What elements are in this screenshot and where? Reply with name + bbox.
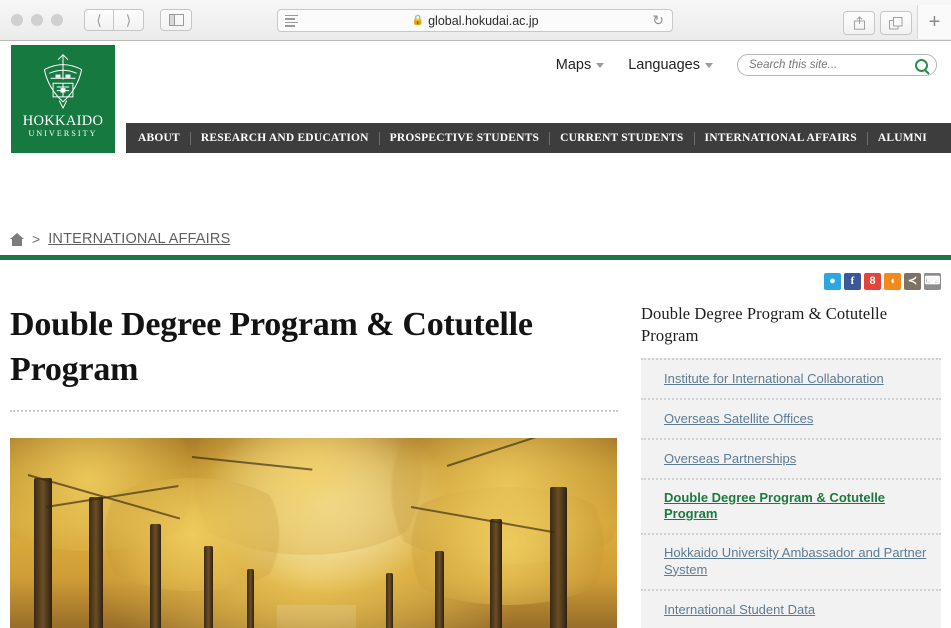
print-icon[interactable]: ⌨	[924, 273, 941, 290]
sidebar-item-international-student-data[interactable]: International Student Data	[641, 591, 941, 628]
back-button[interactable]: ⟨	[84, 9, 114, 31]
sidebar-toggle-icon	[168, 14, 184, 26]
reader-view-icon[interactable]	[285, 14, 298, 27]
sidebar-item-label[interactable]: Overseas Satellite Offices	[664, 411, 813, 428]
plus-icon: +	[928, 10, 941, 33]
nav-item-about[interactable]: ABOUT	[126, 131, 191, 145]
nav-item-prospective-students[interactable]: PROSPECTIVE STUDENTS	[380, 131, 551, 145]
page-title: Double Degree Program & Cotutelle Progra…	[10, 306, 533, 388]
reload-icon[interactable]: ↻	[652, 12, 664, 29]
sidebar-title: Double Degree Program & Cotutelle Progra…	[641, 304, 888, 345]
toolbar-right-actions[interactable]: +	[843, 5, 951, 39]
share-icon[interactable]: ≺	[904, 273, 921, 290]
sidebar: Double Degree Program & Cotutelle Progra…	[641, 303, 941, 628]
site-logo[interactable]: HOKKAIDO UNIVERSITY	[11, 45, 115, 153]
sidebar-item-label[interactable]: Hokkaido University Ambassador and Partn…	[664, 545, 931, 578]
title-divider	[10, 409, 618, 412]
logo-subtitle: UNIVERSITY	[28, 129, 98, 139]
languages-label: Languages	[628, 57, 700, 73]
logo-name: HOKKAIDO	[22, 113, 104, 129]
home-icon[interactable]	[10, 232, 24, 246]
sidebar-toggle-button[interactable]	[160, 9, 192, 31]
browser-toolbar: ⟨ ⟩ 🔒 global.hokudai.ac.jp ↻ +	[0, 0, 951, 41]
page-body: HOKKAIDO UNIVERSITY Maps Languages ABOUT…	[0, 41, 951, 628]
close-window-button[interactable]	[11, 14, 23, 26]
address-bar[interactable]: 🔒 global.hokudai.ac.jp ↻	[277, 9, 673, 32]
sidebar-item-double-degree-program-cotutelle-program[interactable]: Double Degree Program & Cotutelle Progra…	[641, 480, 941, 536]
url-text: global.hokudai.ac.jp	[428, 13, 539, 28]
primary-navigation[interactable]: ABOUT RESEARCH AND EDUCATION PROSPECTIVE…	[126, 123, 951, 153]
university-crest-icon	[43, 54, 83, 110]
chevron-down-icon	[705, 62, 713, 68]
sidebar-item-label[interactable]: Overseas Partnerships	[664, 451, 796, 468]
sidebar-item-label[interactable]: International Student Data	[664, 602, 815, 619]
forward-chevron-icon: ⟩	[125, 12, 132, 28]
maximize-window-button[interactable]	[51, 14, 63, 26]
sidebar-list: Institute for International Collaboratio…	[641, 357, 941, 628]
search-input[interactable]	[749, 59, 915, 71]
search-magnifier-icon[interactable]	[915, 58, 928, 72]
sidebar-item-hokkaido-university-ambassador-and-partner-system[interactable]: Hokkaido University Ambassador and Partn…	[641, 535, 941, 591]
sidebar-item-label[interactable]: Institute for International Collaboratio…	[664, 371, 884, 388]
breadcrumb-separator: >	[32, 231, 41, 247]
nav-item-alumni[interactable]: ALUMNI	[868, 132, 937, 145]
nav-item-current-students[interactable]: CURRENT STUDENTS	[550, 131, 695, 145]
window-controls[interactable]	[11, 14, 63, 26]
sidebar-item-institute-for-international-collaboration[interactable]: Institute for International Collaboratio…	[641, 360, 941, 400]
minimize-window-button[interactable]	[31, 14, 43, 26]
share-button[interactable]	[843, 11, 875, 35]
utility-bar: Maps Languages	[251, 51, 951, 79]
site-search[interactable]	[737, 54, 937, 76]
languages-menu[interactable]: Languages	[628, 57, 713, 73]
url-display: 🔒 global.hokudai.ac.jp	[298, 14, 652, 28]
twitter-icon[interactable]: ●	[824, 273, 841, 290]
maps-label: Maps	[555, 57, 592, 73]
nav-item-international-affairs[interactable]: INTERNATIONAL AFFAIRS	[695, 131, 868, 145]
nav-item-research-and-education[interactable]: RESEARCH AND EDUCATION	[191, 131, 380, 145]
maps-menu[interactable]: Maps	[555, 57, 605, 73]
new-tab-button[interactable]: +	[917, 5, 951, 39]
breadcrumb: > INTERNATIONAL AFFAIRS	[10, 231, 230, 247]
sidebar-item-overseas-partnerships[interactable]: Overseas Partnerships	[641, 440, 941, 480]
rss-icon[interactable]: ◖	[884, 273, 901, 290]
lock-icon: 🔒	[411, 15, 425, 26]
breadcrumb-link-international-affairs[interactable]: INTERNATIONAL AFFAIRS	[48, 231, 230, 247]
facebook-icon[interactable]: f	[844, 273, 861, 290]
back-chevron-icon: ⟨	[96, 12, 102, 28]
hero-image	[10, 437, 617, 628]
social-share-bar[interactable]: ● f 8 ◖ ≺ ⌨	[824, 273, 941, 290]
show-tabs-button[interactable]	[880, 11, 912, 35]
share-icon	[853, 16, 865, 30]
show-tabs-icon	[889, 16, 903, 29]
sidebar-item-label[interactable]: Double Degree Program & Cotutelle Progra…	[664, 490, 931, 523]
google-plus-icon[interactable]: 8	[864, 273, 881, 290]
navigation-buttons[interactable]: ⟨ ⟩	[84, 9, 192, 31]
sidebar-item-overseas-satellite-offices[interactable]: Overseas Satellite Offices	[641, 400, 941, 440]
chevron-down-icon	[596, 62, 605, 68]
green-divider	[0, 255, 951, 260]
forward-button[interactable]: ⟩	[114, 9, 144, 31]
main-column: Double Degree Program & Cotutelle Progra…	[10, 303, 618, 628]
